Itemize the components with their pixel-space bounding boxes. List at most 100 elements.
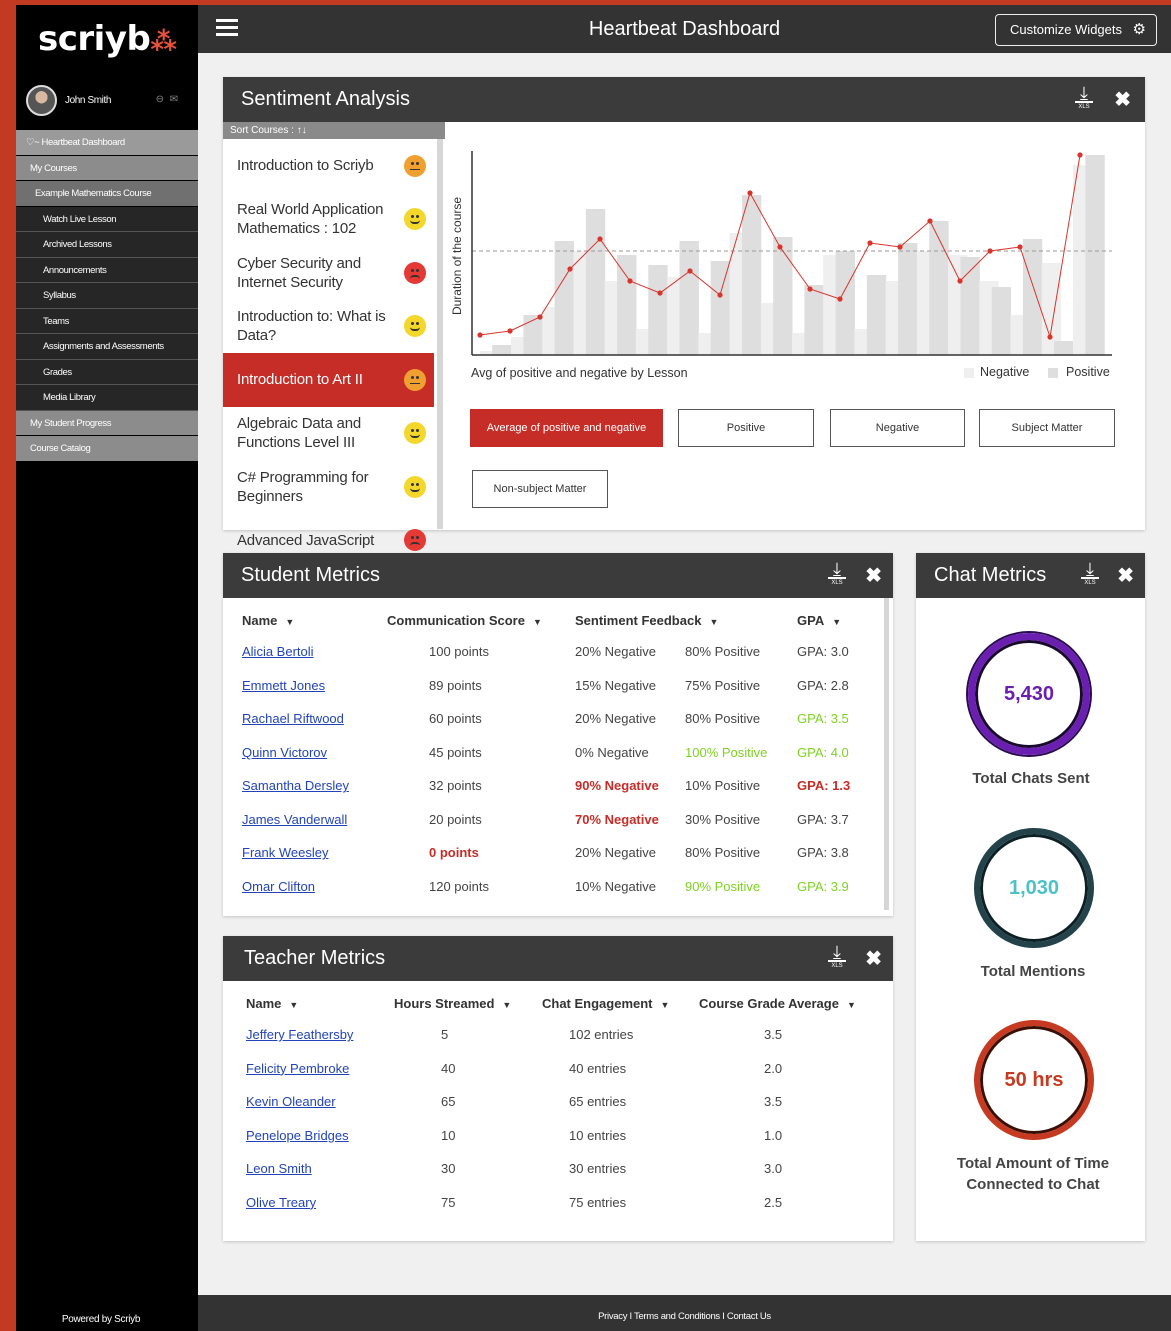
avatar[interactable]: [26, 85, 57, 116]
average-point[interactable]: [1017, 244, 1023, 250]
course-item-selected[interactable]: Introduction to Art II: [223, 353, 434, 407]
average-point[interactable]: [807, 286, 813, 292]
student-name-link[interactable]: Frank Weesley: [242, 845, 328, 860]
download-xls-icon[interactable]: ⤓ XLS: [1081, 560, 1099, 589]
sentiment-chart-svg: Duration of the course Avg of positive a…: [450, 151, 1112, 380]
download-xls-icon[interactable]: ⤓ XLS: [828, 943, 846, 972]
course-item[interactable]: C# Programming for Beginners: [223, 460, 434, 514]
download-xls-icon[interactable]: ⤓ XLS: [1075, 84, 1093, 113]
average-point[interactable]: [657, 290, 663, 296]
average-point[interactable]: [687, 268, 693, 274]
course-list-scrollbar[interactable]: [437, 139, 443, 529]
sidebar-item-announcements[interactable]: Announcements: [16, 257, 198, 283]
download-xls-icon[interactable]: ⤓ XLS: [828, 560, 846, 589]
close-icon[interactable]: ✖: [865, 563, 882, 588]
sidebar-item-syllabus[interactable]: Syllabus: [16, 283, 198, 309]
customize-widgets-button[interactable]: Customize Widgets ⚙: [995, 14, 1157, 46]
sidebar-item-course-catalog[interactable]: Course Catalog: [16, 436, 198, 462]
average-point[interactable]: [507, 328, 513, 334]
table-row: Penelope Bridges 10 10 entries 1.0: [246, 1119, 876, 1153]
sad-face-icon: [404, 261, 426, 284]
course-name: Real World Application Mathematics : 102: [237, 201, 384, 238]
communication-score: 100 points: [429, 644, 489, 660]
average-point[interactable]: [897, 244, 903, 250]
user-name[interactable]: John Smith: [65, 95, 111, 106]
sidebar-item-media-library[interactable]: Media Library: [16, 385, 198, 411]
footer-links[interactable]: Privacy I Terms and Conditions I Contact…: [598, 1311, 771, 1322]
filter-positive-button[interactable]: Positive: [678, 409, 814, 447]
student-name-link[interactable]: Omar Clifton: [242, 879, 315, 894]
student-name-link[interactable]: Rachael Riftwood: [242, 711, 344, 726]
average-point[interactable]: [597, 236, 603, 242]
sidebar-item-grades[interactable]: Grades: [16, 359, 198, 385]
average-point[interactable]: [987, 248, 993, 254]
average-point[interactable]: [477, 332, 483, 338]
column-header-communication-score[interactable]: Communication Score ▼: [387, 605, 575, 635]
student-name-link[interactable]: Alicia Bertoli: [242, 644, 314, 659]
column-header-chat-engagement[interactable]: Chat Engagement ▼: [542, 988, 699, 1018]
sort-arrows-icon[interactable]: ↑↓: [297, 125, 307, 136]
logo[interactable]: scriyb⁂: [38, 19, 177, 59]
student-name-link[interactable]: James Vanderwall: [242, 812, 347, 827]
course-item[interactable]: Introduction to Scriyb: [223, 139, 434, 193]
sidebar-item-watch-live[interactable]: Watch Live Lesson: [16, 206, 198, 232]
column-header-name[interactable]: Name ▼: [246, 988, 394, 1018]
teacher-name-link[interactable]: Kevin Oleander: [246, 1094, 336, 1109]
average-point[interactable]: [927, 218, 933, 224]
teacher-name-link[interactable]: Felicity Pembroke: [246, 1061, 349, 1076]
sidebar-item-heartbeat-dashboard[interactable]: ♡~ Heartbeat Dashboard: [16, 130, 198, 156]
filter-subject-matter-button[interactable]: Subject Matter: [979, 409, 1115, 447]
close-icon[interactable]: ✖: [1114, 87, 1131, 112]
footer: Privacy I Terms and Conditions I Contact…: [198, 1295, 1171, 1331]
average-point[interactable]: [717, 292, 723, 298]
average-point[interactable]: [867, 240, 873, 246]
sidebar-item-label: Archived Lessons: [43, 239, 112, 250]
filter-non-subject-matter-button[interactable]: Non-subject Matter: [472, 470, 608, 508]
column-header-hours-streamed[interactable]: Hours Streamed ▼: [394, 988, 542, 1018]
average-point[interactable]: [837, 296, 843, 302]
column-header-name[interactable]: Name ▼: [242, 605, 387, 635]
column-header-course-grade-average[interactable]: Course Grade Average ▼: [699, 988, 876, 1018]
sidebar-item-my-courses[interactable]: My Courses: [16, 155, 198, 181]
column-header-sentiment-feedback[interactable]: Sentiment Feedback ▼: [575, 605, 797, 635]
filter-average-button[interactable]: Average of positive and negative: [470, 409, 663, 447]
student-name-link[interactable]: Samantha Dersley: [242, 778, 349, 793]
close-icon[interactable]: ✖: [1117, 563, 1134, 588]
course-item[interactable]: Real World Application Mathematics : 102: [223, 193, 434, 247]
teacher-name-link[interactable]: Penelope Bridges: [246, 1128, 349, 1143]
average-point[interactable]: [537, 314, 543, 320]
sidebar-item-archived[interactable]: Archived Lessons: [16, 232, 198, 258]
teacher-name-link[interactable]: Leon Smith: [246, 1161, 312, 1176]
average-point[interactable]: [567, 266, 573, 272]
filter-negative-button[interactable]: Negative: [830, 409, 965, 447]
student-name-link[interactable]: Quinn Victorov: [242, 745, 327, 760]
average-point[interactable]: [627, 278, 633, 284]
sort-caret-icon: ▼: [532, 616, 542, 627]
teacher-name-link[interactable]: Olive Treary: [246, 1195, 316, 1210]
average-point[interactable]: [1077, 152, 1083, 158]
course-item[interactable]: Cyber Security and Internet Security: [223, 246, 434, 300]
course-name: Algebraic Data and Functions Level III: [237, 415, 361, 452]
course-item[interactable]: Introduction to: What is Data?: [223, 300, 434, 354]
teacher-name-link[interactable]: Jeffery Feathersby: [246, 1027, 353, 1042]
average-point[interactable]: [777, 244, 783, 250]
course-item[interactable]: Algebraic Data and Functions Level III: [223, 407, 434, 461]
total-mentions-ring: 1,030: [974, 828, 1094, 948]
average-point[interactable]: [957, 278, 963, 284]
column-header-gpa[interactable]: GPA ▼: [797, 605, 862, 635]
student-name-link[interactable]: Emmett Jones: [242, 678, 325, 693]
close-icon[interactable]: ✖: [865, 946, 882, 971]
sort-courses-bar[interactable]: Sort Courses : ↑↓: [223, 122, 445, 139]
student-table-scrollbar[interactable]: [884, 598, 889, 910]
sidebar-item-teams[interactable]: Teams: [16, 308, 198, 334]
happy-face-icon: [404, 315, 426, 338]
average-point[interactable]: [747, 190, 753, 196]
user-settings-icon[interactable]: ⊖: [156, 94, 164, 105]
sidebar-item-example-course[interactable]: Example Mathematics Course: [16, 181, 198, 207]
message-icon[interactable]: ✉: [170, 94, 178, 105]
sidebar-item-student-progress[interactable]: My Student Progress: [16, 410, 198, 436]
sidebar-item-assignments[interactable]: Assignments and Assessments: [16, 334, 198, 360]
positive-bar: [710, 261, 731, 355]
average-point[interactable]: [1047, 334, 1053, 340]
student-panel-header: Student Metrics ⤓ XLS ✖: [223, 553, 893, 598]
